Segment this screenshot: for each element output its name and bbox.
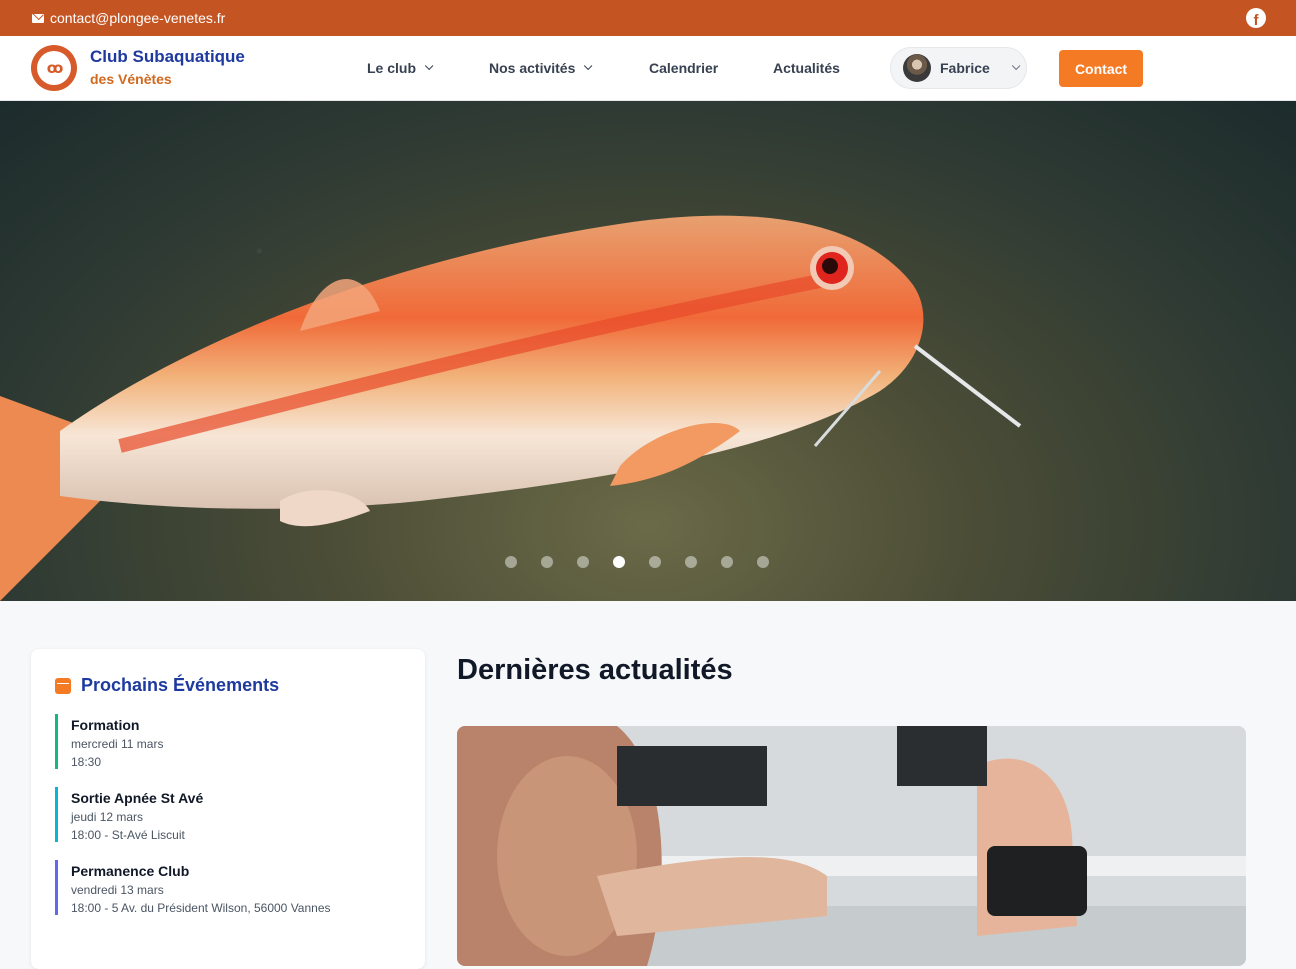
contact-email-link[interactable]: contact@plongee-venetes.fr: [32, 10, 225, 26]
carousel-dot[interactable]: [649, 556, 661, 568]
event-date: jeudi 12 mars: [71, 810, 144, 824]
news-photo: [457, 726, 1246, 966]
carousel-dot[interactable]: [577, 556, 589, 568]
nav-le-club-label: Le club: [367, 60, 417, 76]
contact-email[interactable]: contact@plongee-venetes.fr: [50, 10, 225, 26]
carousel-dot-active[interactable]: [613, 556, 625, 568]
event-title: Formation: [71, 717, 140, 733]
carousel-dot[interactable]: [721, 556, 733, 568]
nav-nos-activites[interactable]: Nos activités: [489, 60, 593, 76]
event-detail: 18:00 - 5 Av. du Président Wilson, 56000…: [71, 901, 331, 915]
carousel-dots: [505, 556, 769, 568]
brand-name[interactable]: Club Subaquatique des Vénètes: [90, 47, 245, 87]
nav-actualites-label: Actualités: [773, 60, 840, 76]
hero-carousel[interactable]: [0, 101, 1296, 601]
user-menu[interactable]: Fabrice: [890, 47, 1027, 89]
events-title: Prochains Événements: [81, 675, 280, 695]
brand-line-2: des Vénètes: [90, 71, 172, 87]
news-article-image[interactable]: [457, 726, 1246, 966]
chevron-down-icon: [1011, 61, 1021, 71]
brand-line-1: Club Subaquatique: [90, 47, 245, 66]
nav-calendrier-label: Calendrier: [649, 60, 719, 76]
user-name: Fabrice: [940, 60, 990, 76]
events-header: Prochains Événements: [55, 675, 401, 696]
carousel-dot[interactable]: [505, 556, 517, 568]
chevron-down-icon: [584, 61, 593, 71]
contact-button[interactable]: Contact: [1059, 50, 1143, 87]
event-date: mercredi 11 mars: [71, 737, 164, 751]
nav-nos-activites-label: Nos activités: [489, 60, 576, 76]
event-detail: 18:30: [71, 755, 102, 769]
event-item[interactable]: Permanence Club vendredi 13 mars 18:00 -…: [55, 860, 401, 915]
event-item[interactable]: Formation mercredi 11 mars 18:30: [55, 714, 401, 769]
event-detail: 18:00 - St-Avé Liscuit: [71, 828, 185, 842]
nav-actualites[interactable]: Actualités: [773, 60, 840, 76]
news-section-title: Dernières actualités: [457, 654, 733, 686]
facebook-icon[interactable]: f: [1246, 8, 1266, 28]
calendar-icon: [55, 677, 71, 694]
hero-fish-image: [0, 215, 1022, 601]
avatar: [903, 54, 931, 82]
mail-icon: [32, 13, 44, 23]
chevron-down-icon: [424, 61, 434, 71]
upcoming-events-card: Prochains Événements Formation mercredi …: [31, 649, 425, 969]
club-logo[interactable]: ꝏ: [31, 45, 77, 91]
carousel-dot[interactable]: [757, 556, 769, 568]
nav-le-club[interactable]: Le club: [367, 60, 434, 76]
event-date: vendredi 13 mars: [71, 883, 164, 897]
main-nav: ꝏ Club Subaquatique des Vénètes Le club …: [0, 36, 1296, 101]
event-title: Permanence Club: [71, 863, 190, 879]
event-item[interactable]: Sortie Apnée St Avé jeudi 12 mars 18:00 …: [55, 787, 401, 842]
carousel-dot[interactable]: [685, 556, 697, 568]
event-title: Sortie Apnée St Avé: [71, 790, 204, 806]
carousel-dot[interactable]: [541, 556, 553, 568]
nav-calendrier[interactable]: Calendrier: [649, 60, 718, 76]
top-bar: contact@plongee-venetes.fr f: [0, 0, 1296, 36]
